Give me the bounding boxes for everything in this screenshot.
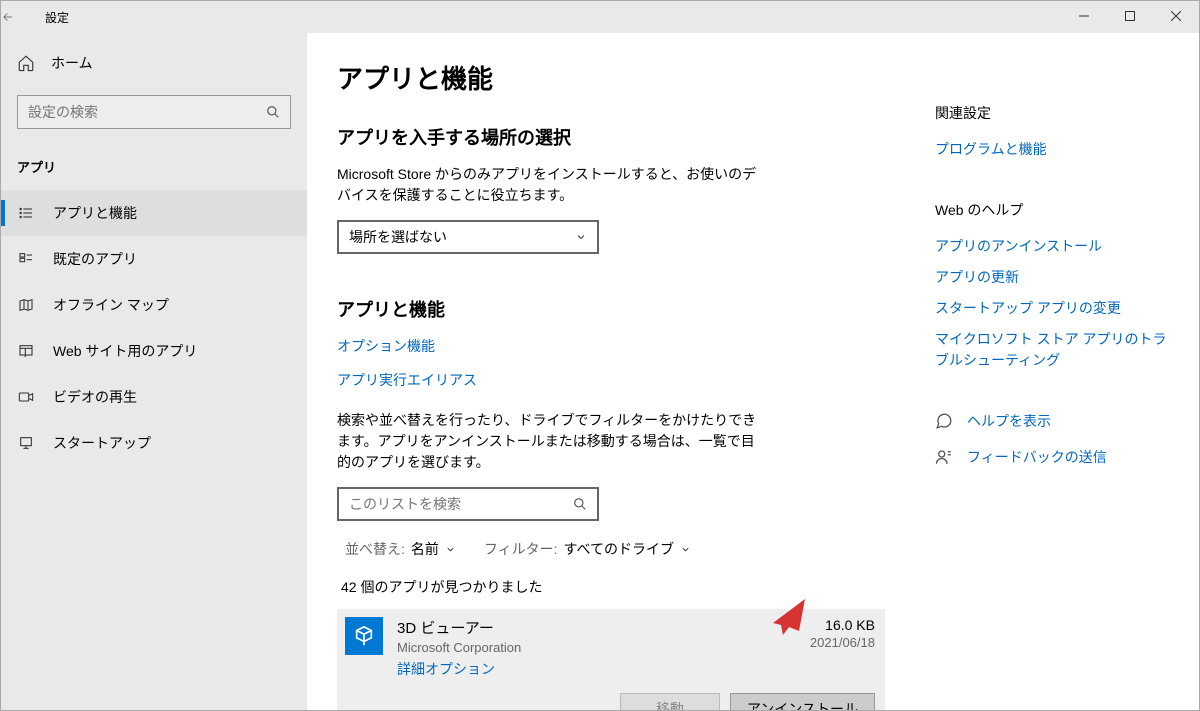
nav-label: スタートアップ bbox=[53, 433, 151, 453]
source-title: アプリを入手する場所の選択 bbox=[337, 124, 885, 150]
uninstall-button[interactable]: アンインストール bbox=[730, 693, 875, 710]
help-label: ヘルプを表示 bbox=[967, 411, 1051, 431]
app-icon-3d-viewer bbox=[345, 617, 383, 655]
app-list-search[interactable] bbox=[337, 487, 599, 521]
app-name: 3D ビューアー bbox=[397, 617, 521, 638]
sidebar: ホーム アプリ アプリと機能 既定のアプリ bbox=[1, 33, 307, 710]
related-settings-title: 関連設定 bbox=[935, 103, 1169, 123]
settings-search[interactable] bbox=[17, 95, 291, 129]
app-count: 42 個のアプリが見つかりました bbox=[337, 577, 885, 597]
chevron-down-icon bbox=[680, 544, 691, 555]
sort-label: 並べ替え: bbox=[345, 539, 405, 559]
app-date: 2021/06/18 bbox=[810, 635, 875, 650]
home-icon bbox=[17, 54, 35, 72]
list-icon bbox=[17, 205, 35, 221]
web-link-startup-change[interactable]: スタートアップ アプリの変更 bbox=[935, 298, 1169, 319]
web-help-title: Web のヘルプ bbox=[935, 200, 1169, 220]
filter-value: すべてのドライブ bbox=[564, 539, 674, 559]
web-link-uninstall[interactable]: アプリのアンインストール bbox=[935, 236, 1169, 257]
map-icon bbox=[17, 297, 35, 313]
install-source-select[interactable]: 場所を選ばない bbox=[337, 220, 599, 254]
nav-apps-for-websites[interactable]: Web サイト用のアプリ bbox=[1, 328, 307, 374]
app-alias-link[interactable]: アプリ実行エイリアス bbox=[337, 370, 885, 390]
close-button[interactable] bbox=[1153, 1, 1199, 31]
move-button: 移動 bbox=[620, 693, 720, 710]
nav-offline-maps[interactable]: オフライン マップ bbox=[1, 282, 307, 328]
minimize-button[interactable] bbox=[1061, 1, 1107, 31]
apps-title: アプリと機能 bbox=[337, 296, 885, 322]
nav-label: アプリと機能 bbox=[53, 203, 137, 223]
advanced-options-link[interactable]: 詳細オプション bbox=[397, 659, 521, 679]
nav-label: Web サイト用のアプリ bbox=[53, 341, 197, 361]
help-icon bbox=[935, 412, 953, 430]
defaults-icon bbox=[17, 251, 35, 267]
app-size: 16.0 KB bbox=[810, 617, 875, 633]
nav-default-apps[interactable]: 既定のアプリ bbox=[1, 236, 307, 282]
chevron-down-icon bbox=[575, 231, 587, 243]
web-apps-icon bbox=[17, 343, 35, 359]
settings-search-input[interactable] bbox=[28, 104, 266, 120]
select-value: 場所を選ばない bbox=[349, 227, 447, 247]
programs-features-link[interactable]: プログラムと機能 bbox=[935, 139, 1169, 160]
web-link-update[interactable]: アプリの更新 bbox=[935, 267, 1169, 288]
feedback-label: フィードバックの送信 bbox=[967, 447, 1107, 467]
nav-video-playback[interactable]: ビデオの再生 bbox=[1, 374, 307, 420]
startup-icon bbox=[17, 435, 35, 451]
home-nav[interactable]: ホーム bbox=[1, 43, 307, 83]
filter-dropdown[interactable]: フィルター: すべてのドライブ bbox=[484, 539, 691, 559]
home-label: ホーム bbox=[51, 53, 93, 73]
nav-label: ビデオの再生 bbox=[53, 387, 137, 407]
page-heading: アプリと機能 bbox=[337, 59, 885, 96]
maximize-button[interactable] bbox=[1107, 1, 1153, 31]
source-desc: Microsoft Store からのみアプリをインストールすると、お使いのデバ… bbox=[337, 164, 757, 206]
show-help-link[interactable]: ヘルプを表示 bbox=[935, 411, 1169, 431]
video-icon bbox=[17, 389, 35, 405]
app-publisher: Microsoft Corporation bbox=[397, 640, 521, 655]
search-icon bbox=[266, 105, 280, 119]
sort-dropdown[interactable]: 並べ替え: 名前 bbox=[345, 539, 456, 559]
chevron-down-icon bbox=[445, 544, 456, 555]
nav-label: 既定のアプリ bbox=[53, 249, 137, 269]
web-link-store-troubleshoot[interactable]: マイクロソフト ストア アプリのトラブルシューティング bbox=[935, 329, 1169, 371]
nav-apps-features[interactable]: アプリと機能 bbox=[1, 190, 307, 236]
app-list-search-input[interactable] bbox=[349, 496, 573, 512]
send-feedback-link[interactable]: フィードバックの送信 bbox=[935, 447, 1169, 467]
nav-label: オフライン マップ bbox=[53, 295, 169, 315]
apps-desc: 検索や並べ替えを行ったり、ドライブでフィルターをかけたりできます。アプリをアンイ… bbox=[337, 410, 757, 473]
search-icon bbox=[573, 497, 587, 511]
optional-features-link[interactable]: オプション機能 bbox=[337, 336, 885, 356]
back-button[interactable] bbox=[1, 10, 41, 24]
nav-startup[interactable]: スタートアップ bbox=[1, 420, 307, 466]
app-item[interactable]: 3D ビューアー Microsoft Corporation 詳細オプション 1… bbox=[337, 609, 885, 710]
sort-value: 名前 bbox=[411, 539, 439, 559]
category-label: アプリ bbox=[1, 139, 307, 184]
filter-label: フィルター: bbox=[484, 539, 558, 559]
feedback-icon bbox=[935, 448, 953, 466]
window-title: 設定 bbox=[45, 9, 69, 26]
